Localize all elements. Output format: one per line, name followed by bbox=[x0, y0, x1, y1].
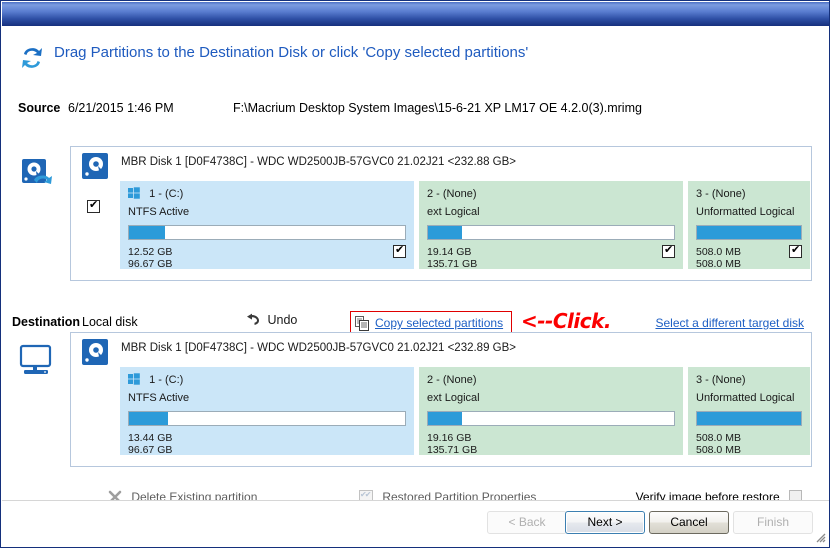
destination-partition-2[interactable]: 2 - (None) ext Logical 19.16 GB 135.71 G… bbox=[418, 366, 684, 456]
partition-sizes: 13.44 GB 96.67 GB bbox=[128, 432, 406, 456]
partition-used: 19.16 GB bbox=[427, 432, 472, 444]
partition-sizes: 19.16 GB 135.71 GB bbox=[427, 432, 675, 456]
partition-total: 96.67 GB bbox=[128, 258, 173, 270]
cancel-button[interactable]: Cancel bbox=[649, 511, 729, 534]
windows-logo-icon bbox=[128, 187, 140, 199]
partition-title: 1 - (C:) bbox=[128, 373, 406, 388]
source-disk-panel: MBR Disk 1 [D0F4738C] - WDC WD2500JB-57G… bbox=[70, 146, 812, 281]
page-title: Drag Partitions to the Destination Disk … bbox=[54, 44, 529, 61]
partition-usage-fill bbox=[697, 412, 801, 425]
select-different-target-disk-link[interactable]: Select a different target disk bbox=[655, 316, 804, 330]
click-annotation: <--Click. bbox=[521, 309, 612, 333]
partition-total: 508.0 MB bbox=[696, 444, 741, 456]
partition-usage-bar bbox=[696, 225, 802, 240]
partition-used: 508.0 MB bbox=[696, 432, 741, 444]
hard-disk-icon bbox=[81, 338, 111, 368]
undo-icon bbox=[245, 313, 260, 326]
source-partition-2-checkbox[interactable] bbox=[662, 244, 675, 261]
local-disk-computer-icon bbox=[18, 344, 56, 378]
copy-icon bbox=[355, 315, 369, 331]
source-disk-header: MBR Disk 1 [D0F4738C] - WDC WD2500JB-57G… bbox=[121, 156, 517, 168]
partition-total: 508.0 MB bbox=[696, 258, 741, 270]
restore-arrows-icon bbox=[18, 44, 46, 72]
partition-filesystem: ext Logical bbox=[427, 392, 480, 404]
partition-sizes: 19.14 GB 135.71 GB bbox=[427, 246, 675, 270]
partition-filesystem: Unformatted Logical bbox=[696, 206, 795, 218]
partition-usage-fill bbox=[428, 226, 463, 239]
source-date: 6/21/2015 1:46 PM bbox=[68, 101, 174, 115]
partition-total: 135.71 GB bbox=[427, 258, 478, 270]
partition-usage-fill bbox=[129, 412, 168, 425]
partition-usage-bar bbox=[427, 411, 675, 426]
next-button[interactable]: Next > bbox=[565, 511, 645, 534]
partition-title: 1 - (C:) bbox=[128, 187, 406, 202]
partition-title-text: 1 - (C:) bbox=[149, 374, 184, 386]
source-partition-3-checkbox[interactable] bbox=[789, 244, 802, 261]
wizard-footer: < Back Next > Cancel Finish bbox=[2, 500, 829, 547]
partition-title: 2 - (None) bbox=[427, 188, 477, 200]
resize-grip-icon[interactable] bbox=[814, 531, 826, 543]
checkbox-glyph bbox=[789, 244, 802, 258]
source-image-path: F:\Macrium Desktop System Images\15-6-21… bbox=[233, 101, 642, 115]
checkbox-glyph bbox=[662, 244, 675, 258]
hard-disk-icon bbox=[81, 152, 111, 182]
checkbox-glyph bbox=[87, 199, 100, 213]
source-partition-1[interactable]: 1 - (C:) NTFS Active 12.52 GB 96.67 GB bbox=[119, 180, 415, 270]
window-titlebar[interactable] bbox=[2, 2, 829, 27]
destination-label: Destination bbox=[12, 315, 81, 329]
destination-disk-panel: MBR Disk 1 [D0F4738C] - WDC WD2500JB-57G… bbox=[70, 332, 812, 467]
source-partition-1-checkbox[interactable] bbox=[393, 244, 406, 261]
partition-filesystem: Unformatted Logical bbox=[696, 392, 795, 404]
windows-logo-icon bbox=[128, 373, 140, 385]
partition-used: 12.52 GB bbox=[128, 246, 173, 258]
copy-selected-partitions-label: Copy selected partitions bbox=[375, 316, 504, 330]
partition-sizes: 508.0 MB 508.0 MB bbox=[696, 246, 802, 270]
partition-usage-fill bbox=[697, 226, 801, 239]
wizard-header: Drag Partitions to the Destination Disk … bbox=[2, 40, 829, 78]
source-partition-3[interactable]: 3 - (None) Unformatted Logical 508.0 MB … bbox=[687, 180, 811, 270]
window-body: Drag Partitions to the Destination Disk … bbox=[2, 26, 829, 547]
partition-usage-bar bbox=[696, 411, 802, 426]
source-partition-2[interactable]: 2 - (None) ext Logical 19.14 GB 135.71 G… bbox=[418, 180, 684, 270]
finish-button[interactable]: Finish bbox=[733, 511, 813, 534]
undo-label: Undo bbox=[267, 313, 298, 327]
partition-usage-bar bbox=[128, 411, 406, 426]
source-disk-image-icon bbox=[20, 158, 54, 190]
destination-partition-1[interactable]: 1 - (C:) NTFS Active 13.44 GB 96.67 GB bbox=[119, 366, 415, 456]
destination-disk-type: Local disk bbox=[82, 315, 138, 329]
partition-title: 3 - (None) bbox=[696, 374, 746, 386]
partition-usage-bar bbox=[128, 225, 406, 240]
partition-used: 508.0 MB bbox=[696, 246, 741, 258]
partition-title-text: 1 - (C:) bbox=[149, 188, 184, 200]
checkbox-glyph bbox=[393, 244, 406, 258]
partition-usage-bar bbox=[427, 225, 675, 240]
partition-filesystem: NTFS Active bbox=[128, 206, 190, 218]
partition-usage-fill bbox=[428, 412, 463, 425]
partition-used: 13.44 GB bbox=[128, 432, 173, 444]
partition-title: 2 - (None) bbox=[427, 374, 477, 386]
source-disk-checkbox[interactable] bbox=[87, 199, 100, 216]
partition-filesystem: ext Logical bbox=[427, 206, 480, 218]
partition-usage-fill bbox=[129, 226, 165, 239]
partition-used: 19.14 GB bbox=[427, 246, 472, 258]
destination-partition-3[interactable]: 3 - (None) Unformatted Logical 508.0 MB … bbox=[687, 366, 811, 456]
partition-filesystem: NTFS Active bbox=[128, 392, 190, 404]
macrium-reflect-restore-window: Drag Partitions to the Destination Disk … bbox=[0, 0, 830, 548]
partition-sizes: 12.52 GB 96.67 GB bbox=[128, 246, 406, 270]
partition-total: 135.71 GB bbox=[427, 444, 478, 456]
partition-sizes: 508.0 MB 508.0 MB bbox=[696, 432, 802, 456]
destination-disk-header: MBR Disk 1 [D0F4738C] - WDC WD2500JB-57G… bbox=[121, 342, 517, 354]
partition-title: 3 - (None) bbox=[696, 188, 746, 200]
partition-total: 96.67 GB bbox=[128, 444, 173, 456]
undo-button[interactable]: Undo bbox=[245, 313, 297, 327]
source-label: Source bbox=[18, 101, 61, 115]
back-button[interactable]: < Back bbox=[487, 511, 567, 534]
